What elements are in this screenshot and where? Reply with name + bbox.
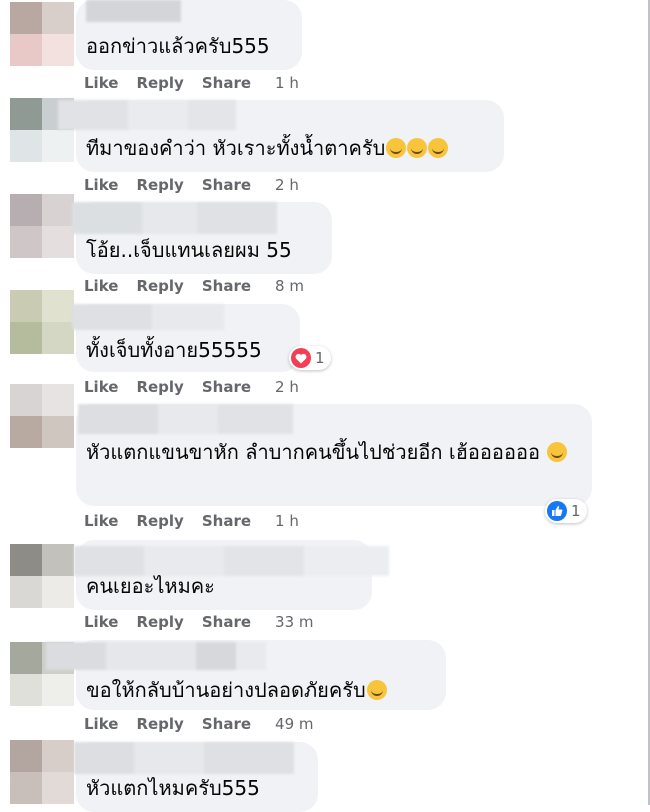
reaction-badge[interactable]: 1 [289, 346, 331, 370]
avatar[interactable] [10, 194, 74, 258]
reply-button[interactable]: Reply [136, 715, 183, 733]
timestamp[interactable]: 2 h [275, 378, 299, 396]
comment-text: หัวแตกไหมครับ555 [86, 776, 260, 800]
avatar[interactable] [10, 740, 74, 804]
avatar[interactable] [10, 290, 74, 354]
author-name-blurred[interactable] [72, 304, 224, 330]
avatar[interactable] [10, 2, 74, 66]
comment-actions: Like Reply Share 2 h [84, 176, 299, 194]
author-name-blurred[interactable] [58, 100, 236, 130]
comment-bubble: หัวแตกแขนขาหัก ลำบากคนขึ้นไปช่วยอีก เฮ้อ… [76, 404, 592, 506]
share-button[interactable]: Share [202, 277, 251, 295]
like-button[interactable]: Like [84, 715, 118, 733]
reply-button[interactable]: Reply [136, 74, 183, 92]
comment-text: ทีมาของคำว่า หัวเราะทั้งน้ำตาครับ [86, 130, 490, 166]
comment-text: โอ้ย..เจ็บแทนเลยผม 55 [86, 238, 292, 262]
comment-bubble: ทีมาของคำว่า หัวเราะทั้งน้ำตาครับ [58, 100, 504, 172]
comment-actions: Like Reply Share 33 m [84, 613, 314, 631]
relieved-emoji-icon [547, 442, 568, 462]
avatar[interactable] [10, 544, 74, 608]
heart-reaction-icon [291, 348, 311, 368]
comment-bubble: ขอให้กลับบ้านอย่างปลอดภัยครับ [46, 640, 446, 710]
comment-actions: Like Reply Share 1 h [84, 512, 299, 530]
grinning-emoji-icon [428, 138, 449, 158]
comment-text: ขอให้กลับบ้านอย่างปลอดภัยครับ [86, 672, 432, 708]
comment-actions: Like Reply Share 1 h [84, 74, 299, 92]
avatar[interactable] [10, 384, 74, 448]
author-name-blurred[interactable] [46, 642, 266, 670]
like-button[interactable]: Like [84, 176, 118, 194]
comment-text: ออกข่าวแล้วครับ555 [86, 34, 270, 58]
grinning-emoji-icon [386, 138, 407, 158]
timestamp[interactable]: 1 h [275, 512, 299, 530]
share-button[interactable]: Share [202, 378, 251, 396]
like-button[interactable]: Like [84, 74, 118, 92]
like-button[interactable]: Like [84, 277, 118, 295]
comment-text-content: ขอให้กลับบ้านอย่างปลอดภัยครับ [86, 678, 366, 702]
share-button[interactable]: Share [202, 715, 251, 733]
comment-text: หัวแตกแขนขาหัก ลำบากคนขึ้นไปช่วยอีก เฮ้อ… [86, 434, 578, 470]
timestamp[interactable]: 2 h [275, 176, 299, 194]
comment-bubble: โอ้ย..เจ็บแทนเลยผม 55 [72, 202, 332, 274]
share-button[interactable]: Share [202, 512, 251, 530]
comment-actions: Like Reply Share 49 m [84, 715, 314, 733]
grinning-emoji-icon [366, 680, 387, 700]
like-button[interactable]: Like [84, 378, 118, 396]
comment-bubble: ออกข่าวแล้วครับ555 [76, 0, 302, 70]
comment-actions: Like Reply Share 8 m [84, 277, 304, 295]
comment-text: คนเยอะไหมคะ [86, 574, 215, 598]
timestamp[interactable]: 1 h [275, 74, 299, 92]
reply-button[interactable]: Reply [136, 277, 183, 295]
author-name-blurred[interactable] [86, 0, 181, 22]
author-name-blurred[interactable] [72, 202, 277, 234]
thumbs-up-reaction-icon [547, 501, 567, 521]
reply-button[interactable]: Reply [136, 176, 183, 194]
reply-button[interactable]: Reply [136, 512, 183, 530]
comment-bubble: ทั้งเจ็บทั้งอาย55555 [72, 304, 300, 372]
comment-bubble: หัวแตกไหมครับ555 [74, 742, 318, 812]
share-button[interactable]: Share [202, 613, 251, 631]
comment-text-content: ทีมาของคำว่า หัวเราะทั้งน้ำตาครับ [86, 136, 386, 160]
share-button[interactable]: Share [202, 176, 251, 194]
grinning-emoji-icon [407, 138, 428, 158]
reaction-count: 1 [571, 502, 581, 520]
comment-text-content: หัวแตกแขนขาหัก ลำบากคนขึ้นไปช่วยอีก เฮ้อ… [86, 440, 540, 464]
timestamp[interactable]: 33 m [275, 613, 313, 631]
reply-button[interactable]: Reply [136, 613, 183, 631]
reaction-count: 1 [315, 349, 325, 367]
comment-bubble: คนเยอะไหมคะ [74, 540, 389, 610]
timestamp[interactable]: 49 m [275, 715, 313, 733]
reply-button[interactable]: Reply [136, 378, 183, 396]
comment-actions: Like Reply Share 2 h [84, 378, 299, 396]
reaction-badge[interactable]: 1 [545, 499, 587, 523]
comment-text: ทั้งเจ็บทั้งอาย55555 [86, 338, 262, 362]
like-button[interactable]: Like [84, 512, 118, 530]
share-button[interactable]: Share [202, 74, 251, 92]
like-button[interactable]: Like [84, 613, 118, 631]
timestamp[interactable]: 8 m [275, 277, 304, 295]
author-name-blurred[interactable] [78, 404, 293, 434]
